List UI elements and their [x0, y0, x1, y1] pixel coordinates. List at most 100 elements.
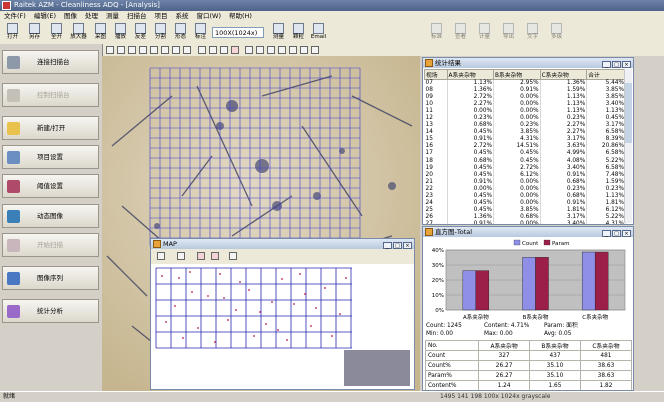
table-row[interactable]: 25 0.45% 3.85% 1.81% 6.12%: [424, 206, 626, 214]
menu-file[interactable]: 文件(F): [0, 11, 30, 22]
close-icon[interactable]: ×: [622, 230, 631, 237]
select-icon[interactable]: [177, 252, 185, 260]
histogram-window-titlebar[interactable]: 直方图-Total _ □ ×: [423, 227, 633, 237]
delete-icon[interactable]: [231, 46, 239, 54]
menu-edit[interactable]: 编辑(E): [30, 11, 60, 22]
invert-button[interactable]: 反差: [132, 23, 149, 43]
table-row[interactable]: 07 1.13% 2.95% 1.36% 5.44%: [424, 79, 626, 88]
table-row[interactable]: 22 0.00% 0.00% 0.23% 0.23%: [424, 185, 626, 193]
sidebar-item-statistics[interactable]: 统计分析: [2, 299, 99, 323]
segment-button[interactable]: 分割: [152, 23, 169, 43]
open-all-button[interactable]: 全开: [48, 23, 65, 43]
sidebar-item-new-open[interactable]: 新建/打开: [2, 116, 99, 140]
export-button[interactable]: 导出: [500, 23, 517, 43]
field-map[interactable]: [154, 266, 412, 388]
table-row[interactable]: 08 1.36% 0.91% 1.59% 3.85%: [424, 87, 626, 95]
pointer-icon[interactable]: [157, 252, 165, 260]
particle-button[interactable]: 颗粒: [290, 23, 307, 43]
sidebar-item-image-sequence[interactable]: 图像序列: [2, 266, 99, 290]
zoom-out-icon[interactable]: [211, 252, 219, 260]
table-row[interactable]: 20 0.45% 6.12% 0.91% 7.48%: [424, 171, 626, 179]
close-icon[interactable]: ×: [622, 61, 631, 68]
play-button[interactable]: 播放: [112, 23, 129, 43]
table-row[interactable]: 10 2.27% 0.00% 1.13% 3.40%: [424, 101, 626, 109]
table-row[interactable]: 14 0.45% 3.85% 2.27% 6.58%: [424, 129, 626, 137]
table-row[interactable]: 27 0.91% 0.00% 3.40% 4.31%: [424, 220, 626, 224]
menu-measure[interactable]: 测量: [102, 11, 123, 22]
statistics-window-titlebar[interactable]: 统计结果 _ □ ×: [423, 58, 633, 68]
table-row[interactable]: 12 0.23% 0.00% 0.23% 0.45%: [424, 115, 626, 123]
save-as-button[interactable]: 另存: [26, 23, 43, 43]
minimize-icon[interactable]: _: [602, 61, 611, 68]
grid-icon[interactable]: [229, 252, 237, 260]
table-row[interactable]: 21 0.91% 0.00% 0.68% 1.59%: [424, 178, 626, 186]
menu-image[interactable]: 图像: [60, 11, 81, 22]
maximize-icon[interactable]: □: [612, 61, 621, 68]
copy-icon[interactable]: [220, 46, 228, 54]
zoom-in-icon[interactable]: [197, 252, 205, 260]
sidebar-item-start-scan[interactable]: 开始扫描: [2, 233, 99, 257]
menu-stage[interactable]: 扫描台: [123, 11, 151, 22]
zoom-fit-icon[interactable]: [139, 46, 147, 54]
annotate-button[interactable]: 标注: [192, 23, 209, 43]
sidebar-item-control-stage[interactable]: 控制扫描台: [2, 83, 99, 107]
zoom-select[interactable]: 100X(1024x): [212, 27, 264, 38]
column-header[interactable]: 视场: [424, 69, 448, 80]
histogram-window[interactable]: 直方图-Total _ □ × 40% 30% 20% 10% 0% Count Param A系…: [422, 226, 634, 391]
table-row[interactable]: 17 0.45% 0.45% 4.99% 6.58%: [424, 150, 626, 158]
view-button[interactable]: 查看: [452, 23, 469, 43]
table-row[interactable]: 26 1.36% 0.68% 3.17% 5.22%: [424, 213, 626, 221]
statistics-window[interactable]: 统计结果 _ □ × 视场 A系夹杂物 B系夹杂物 C系夹杂物 合计 07 1.13% 2.95…: [422, 57, 634, 225]
menu-project[interactable]: 项目: [151, 11, 172, 22]
zoom-out-icon[interactable]: [128, 46, 136, 54]
table-row[interactable]: 16 2.72% 14.51% 3.63% 20.86%: [424, 143, 626, 151]
angle-tool-icon[interactable]: [289, 46, 297, 54]
multilevel-button[interactable]: 多级: [548, 23, 565, 43]
table-row[interactable]: 13 0.68% 0.23% 2.27% 3.17%: [424, 122, 626, 130]
sidebar-item-project-settings[interactable]: 项目设置: [2, 145, 99, 169]
line-tool-icon[interactable]: [267, 46, 275, 54]
column-header[interactable]: B系夹杂物: [493, 69, 541, 80]
image-icon[interactable]: [183, 46, 191, 54]
text-button[interactable]: 文字: [524, 23, 541, 43]
rotate-icon[interactable]: [161, 46, 169, 54]
close-icon[interactable]: ×: [403, 242, 412, 249]
table-row[interactable]: 24 0.45% 0.00% 0.91% 1.81%: [424, 199, 626, 207]
magnifier-button[interactable]: 放大器: [70, 23, 87, 43]
menu-window[interactable]: 窗口(W): [193, 11, 226, 22]
capture-button[interactable]: 采图: [92, 23, 109, 43]
table-row[interactable]: 11 0.00% 0.00% 1.13% 1.13%: [424, 108, 626, 116]
measure-button[interactable]: 测量: [270, 23, 287, 43]
scrollbar-thumb[interactable]: [625, 83, 632, 143]
map-window-titlebar[interactable]: MAP _ □ ×: [151, 239, 414, 249]
open-button[interactable]: 打开: [4, 23, 21, 43]
minimize-icon[interactable]: _: [383, 242, 392, 249]
sidebar-item-threshold[interactable]: 阈值设置: [2, 174, 99, 198]
email-button[interactable]: Email: [310, 23, 327, 43]
table-row[interactable]: 19 0.45% 2.72% 3.40% 6.58%: [424, 164, 626, 172]
map-window[interactable]: MAP _ □ ×: [150, 238, 415, 390]
column-header[interactable]: A系夹杂物: [446, 69, 495, 80]
sidebar-item-live-image[interactable]: 动态图像: [2, 204, 99, 228]
pointer-icon[interactable]: [106, 46, 114, 54]
menu-help[interactable]: 帮助(H): [225, 11, 256, 22]
maximize-icon[interactable]: □: [393, 242, 402, 249]
calc-button[interactable]: 计量: [476, 23, 493, 43]
undo-icon[interactable]: [198, 46, 206, 54]
zoom-in-icon[interactable]: [117, 46, 125, 54]
column-header[interactable]: 合计: [586, 69, 626, 80]
menu-process[interactable]: 处理: [81, 11, 102, 22]
table-row[interactable]: 18 0.68% 0.45% 4.08% 5.22%: [424, 157, 626, 165]
minimize-icon[interactable]: _: [602, 230, 611, 237]
menu-system[interactable]: 系统: [172, 11, 193, 22]
eraser-icon[interactable]: [311, 46, 319, 54]
ellipse-tool-icon[interactable]: [256, 46, 264, 54]
table-row[interactable]: 23 0.45% 0.00% 0.68% 1.13%: [424, 192, 626, 200]
pan-icon[interactable]: [150, 46, 158, 54]
rect-tool-icon[interactable]: [245, 46, 253, 54]
column-header[interactable]: C系夹杂物: [539, 69, 588, 80]
table-row[interactable]: 09 2.72% 0.00% 1.13% 3.85%: [424, 94, 626, 102]
sidebar-item-connect-stage[interactable]: 连接扫描台: [2, 50, 99, 74]
maximize-icon[interactable]: □: [612, 230, 621, 237]
standard-button[interactable]: 标准: [428, 23, 445, 43]
